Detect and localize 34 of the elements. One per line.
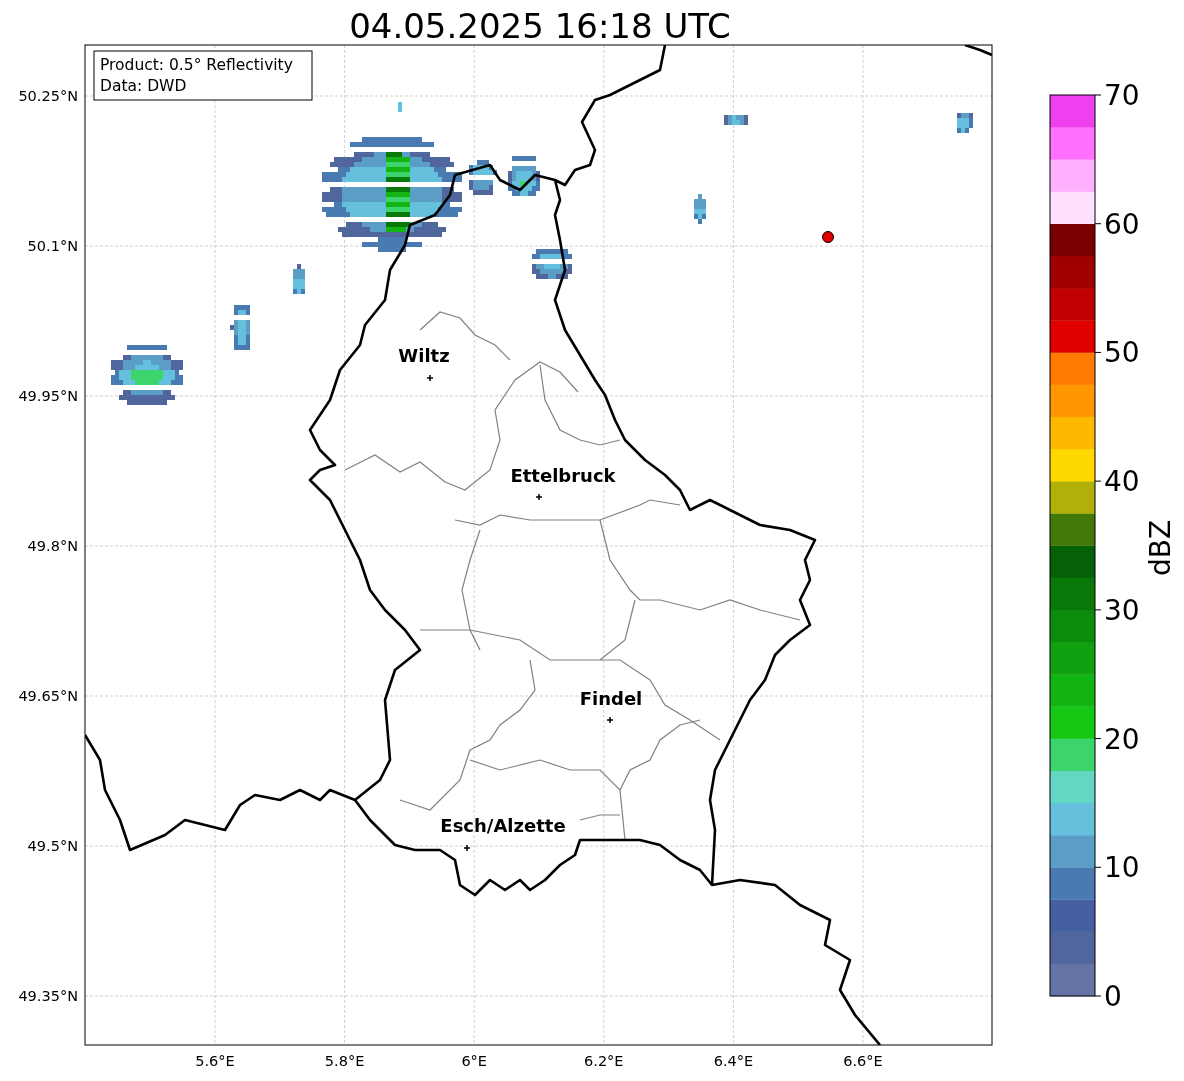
city-marker-icon <box>463 844 471 852</box>
city-marker-icon <box>606 716 614 724</box>
city-label: Esch/Alzette <box>440 815 566 836</box>
latitude-tick-label: 50.1°N <box>27 238 78 254</box>
city-label: Ettelbruck <box>510 465 616 486</box>
latitude-tick-label: 49.5°N <box>27 838 78 854</box>
latitude-tick-label: 50.25°N <box>18 88 78 104</box>
longitude-tick-label: 6.2°E <box>584 1053 624 1069</box>
colorbar-tick-label: 50 <box>1104 336 1140 370</box>
info-text: Product: 0.5° Reflectivity <box>100 56 293 74</box>
colorbar-label: dBZ <box>1144 519 1177 577</box>
colorbar-tick-label: 0 <box>1104 980 1122 1013</box>
city-marker-icon <box>426 374 434 382</box>
latitude-tick-label: 49.8°N <box>27 538 78 554</box>
colorbar-tick-label: 40 <box>1104 465 1140 499</box>
colorbar-tick-label: 70 <box>1104 79 1140 112</box>
longitude-tick-label: 6.6°E <box>843 1053 883 1069</box>
colorbar-tick-label: 30 <box>1104 593 1140 627</box>
location-dot <box>822 231 834 243</box>
longitude-tick-label: 6.4°E <box>713 1053 754 1069</box>
info-text: Data: DWD <box>100 77 187 95</box>
chart-title: 04.05.2025 16:18 UTC <box>349 6 731 46</box>
latitude-tick-label: 49.35°N <box>18 988 78 1004</box>
city-label: Findel <box>579 688 643 709</box>
longitude-tick-label: 5.6°E <box>195 1053 235 1069</box>
latitude-tick-label: 49.95°N <box>18 388 78 404</box>
latitude-tick-label: 49.65°N <box>18 688 78 704</box>
city-marker-icon <box>535 493 543 501</box>
city-label: Wiltz <box>398 345 450 366</box>
colorbar-tick-label: 60 <box>1104 207 1140 241</box>
longitude-tick-label: 6°E <box>461 1053 487 1069</box>
colorbar-tick-label: 20 <box>1104 722 1140 756</box>
colorbar-tick-label: 10 <box>1104 851 1140 885</box>
longitude-tick-label: 5.8°E <box>324 1053 365 1069</box>
